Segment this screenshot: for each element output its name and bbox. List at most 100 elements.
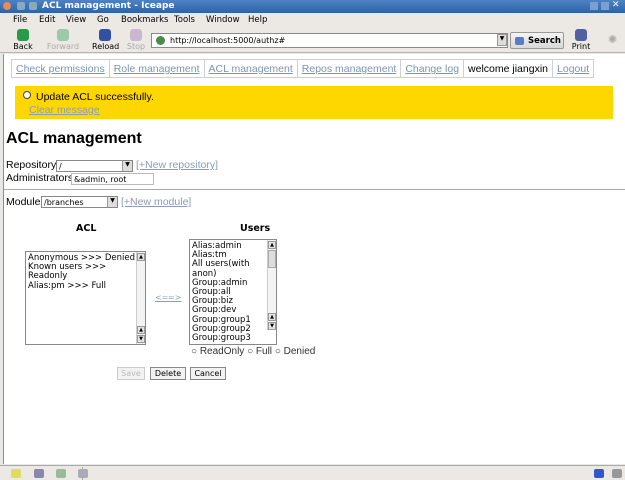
cancel-button[interactable]: Cancel [190,367,226,380]
full-label: Full [255,346,273,357]
nav-check-permissions[interactable]: Check permissions [12,60,110,77]
print-label: Print [571,42,591,51]
menu-file[interactable]: File [13,15,27,25]
shade-icon[interactable] [29,2,37,10]
scroll-down-icon[interactable]: ▼ [137,335,145,343]
scroll-up-icon[interactable]: ▲ [137,326,145,334]
acl-scrollbar[interactable]: ▲ ▲ ▼ [136,252,145,344]
delete-button[interactable]: Delete [150,367,186,380]
minimize-icon[interactable] [590,2,598,10]
menu-bookmarks[interactable]: Bookmarks [121,15,169,25]
radio-full[interactable]: ○ Full [247,346,272,357]
stop-icon [130,29,142,41]
status-bar [0,465,625,480]
administrators-input[interactable]: &admin, root [71,173,154,185]
administrators-label: Administrators: [6,172,77,184]
message-text: Update ACL successfully. [36,91,154,103]
move-right-link[interactable]: => [168,293,181,302]
app-icon [3,2,11,10]
address-book-icon[interactable] [78,469,88,478]
repository-value: / [59,162,62,171]
reload-icon [99,29,111,41]
users-heading: Users [240,223,271,234]
welcome-text: welcome jiangxin [464,60,554,77]
reload-label: Reload [92,42,120,51]
clear-message-link[interactable]: Clear message [29,104,100,116]
nav-change-log[interactable]: Change log [401,60,465,77]
readonly-label: ReadOnly [199,346,245,357]
module-select[interactable]: /branches ▼ [41,196,118,208]
url-bar[interactable]: http://localhost:5000/authz# [151,33,508,48]
search-button[interactable]: Search [510,32,564,49]
back-button[interactable]: Back [12,29,34,51]
menu-bar: File Edit View Go Bookmarks Tools Window… [0,13,625,27]
info-icon [23,91,31,99]
scroll-thumb[interactable] [268,250,276,268]
printer-icon [575,29,587,41]
page-title: ACL management [6,130,142,147]
acl-item[interactable]: Known users >>> Readonly [28,262,143,281]
save-button[interactable]: Save [117,367,145,380]
window-title: ACL management - Iceape [42,1,175,11]
acl-item[interactable]: Alias:pm >>> Full [28,281,143,291]
stop-button[interactable]: Stop [126,29,146,51]
throbber-icon: ✺ [608,33,618,46]
repository-label: Repository: [6,159,60,171]
user-item[interactable]: Group:group3 [192,333,274,343]
forward-button[interactable]: Forward [46,29,80,51]
title-bar: ACL management - Iceape ✕ [0,0,625,13]
top-nav: Check permissions Role management ACL ma… [11,59,595,78]
mail-icon[interactable] [34,469,44,478]
module-value: /branches [44,198,84,207]
radio-denied[interactable]: ○ Denied [275,346,316,357]
new-module-link[interactable]: [+New module] [121,196,191,208]
forward-arrow-icon [57,29,69,41]
repository-select[interactable]: / ▼ [56,160,133,172]
menu-help[interactable]: Help [248,15,267,25]
url-dropdown-button[interactable]: ▼ [497,34,507,46]
nav-logout[interactable]: Logout [553,60,593,77]
chevron-down-icon: ▼ [107,197,117,207]
close-icon[interactable]: ✕ [612,0,620,10]
divider [82,467,83,480]
back-arrow-icon [17,29,29,41]
denied-label: Denied [283,346,316,357]
new-repository-link[interactable]: [+New repository] [136,159,218,171]
back-label: Back [13,42,33,51]
nav-acl-management[interactable]: ACL management [205,60,298,77]
divider [4,189,625,190]
scroll-up-icon[interactable]: ▲ [268,241,276,249]
success-message: Update ACL successfully. Clear message [15,86,613,119]
nav-role-management[interactable]: Role management [110,60,205,77]
users-scrollbar[interactable]: ▲ ▲ ▼ [267,240,276,330]
menu-edit[interactable]: Edit [39,15,55,25]
scroll-up-icon[interactable]: ▲ [137,253,145,261]
scroll-up-icon[interactable]: ▲ [268,313,276,321]
forward-label: Forward [46,42,80,51]
nav-repos-management[interactable]: Repos management [298,60,402,77]
reload-button[interactable]: Reload [92,29,120,51]
maximize-icon[interactable] [601,2,609,10]
menu-tools[interactable]: Tools [174,15,195,25]
menu-view[interactable]: View [66,15,86,25]
search-icon [515,37,524,45]
radio-readonly[interactable]: ○ ReadOnly [191,346,244,357]
menu-window[interactable]: Window [206,15,240,25]
user-item[interactable]: All users(with anon) [192,260,274,279]
menu-go[interactable]: Go [97,15,109,25]
module-label: Module: [6,196,44,208]
online-status-icon[interactable] [594,469,604,478]
scroll-down-icon[interactable]: ▼ [268,322,276,330]
move-left-link[interactable]: <= [155,293,168,302]
print-button[interactable]: Print [570,29,592,51]
composer-icon[interactable] [56,469,66,478]
acl-listbox[interactable]: Anonymous >>> Denied Known users >>> Rea… [25,251,146,345]
stop-label: Stop [126,42,146,51]
navigator-icon[interactable] [11,469,21,478]
url-text: http://localhost:5000/authz# [170,36,286,45]
window-menu-icon[interactable] [17,2,25,10]
chevron-down-icon: ▼ [122,161,132,171]
site-icon [156,36,165,45]
permission-radios: ○ ReadOnly ○ Full ○ Denied [191,346,315,357]
users-listbox[interactable]: Alias:admin Alias:tm All users(with anon… [189,239,277,345]
